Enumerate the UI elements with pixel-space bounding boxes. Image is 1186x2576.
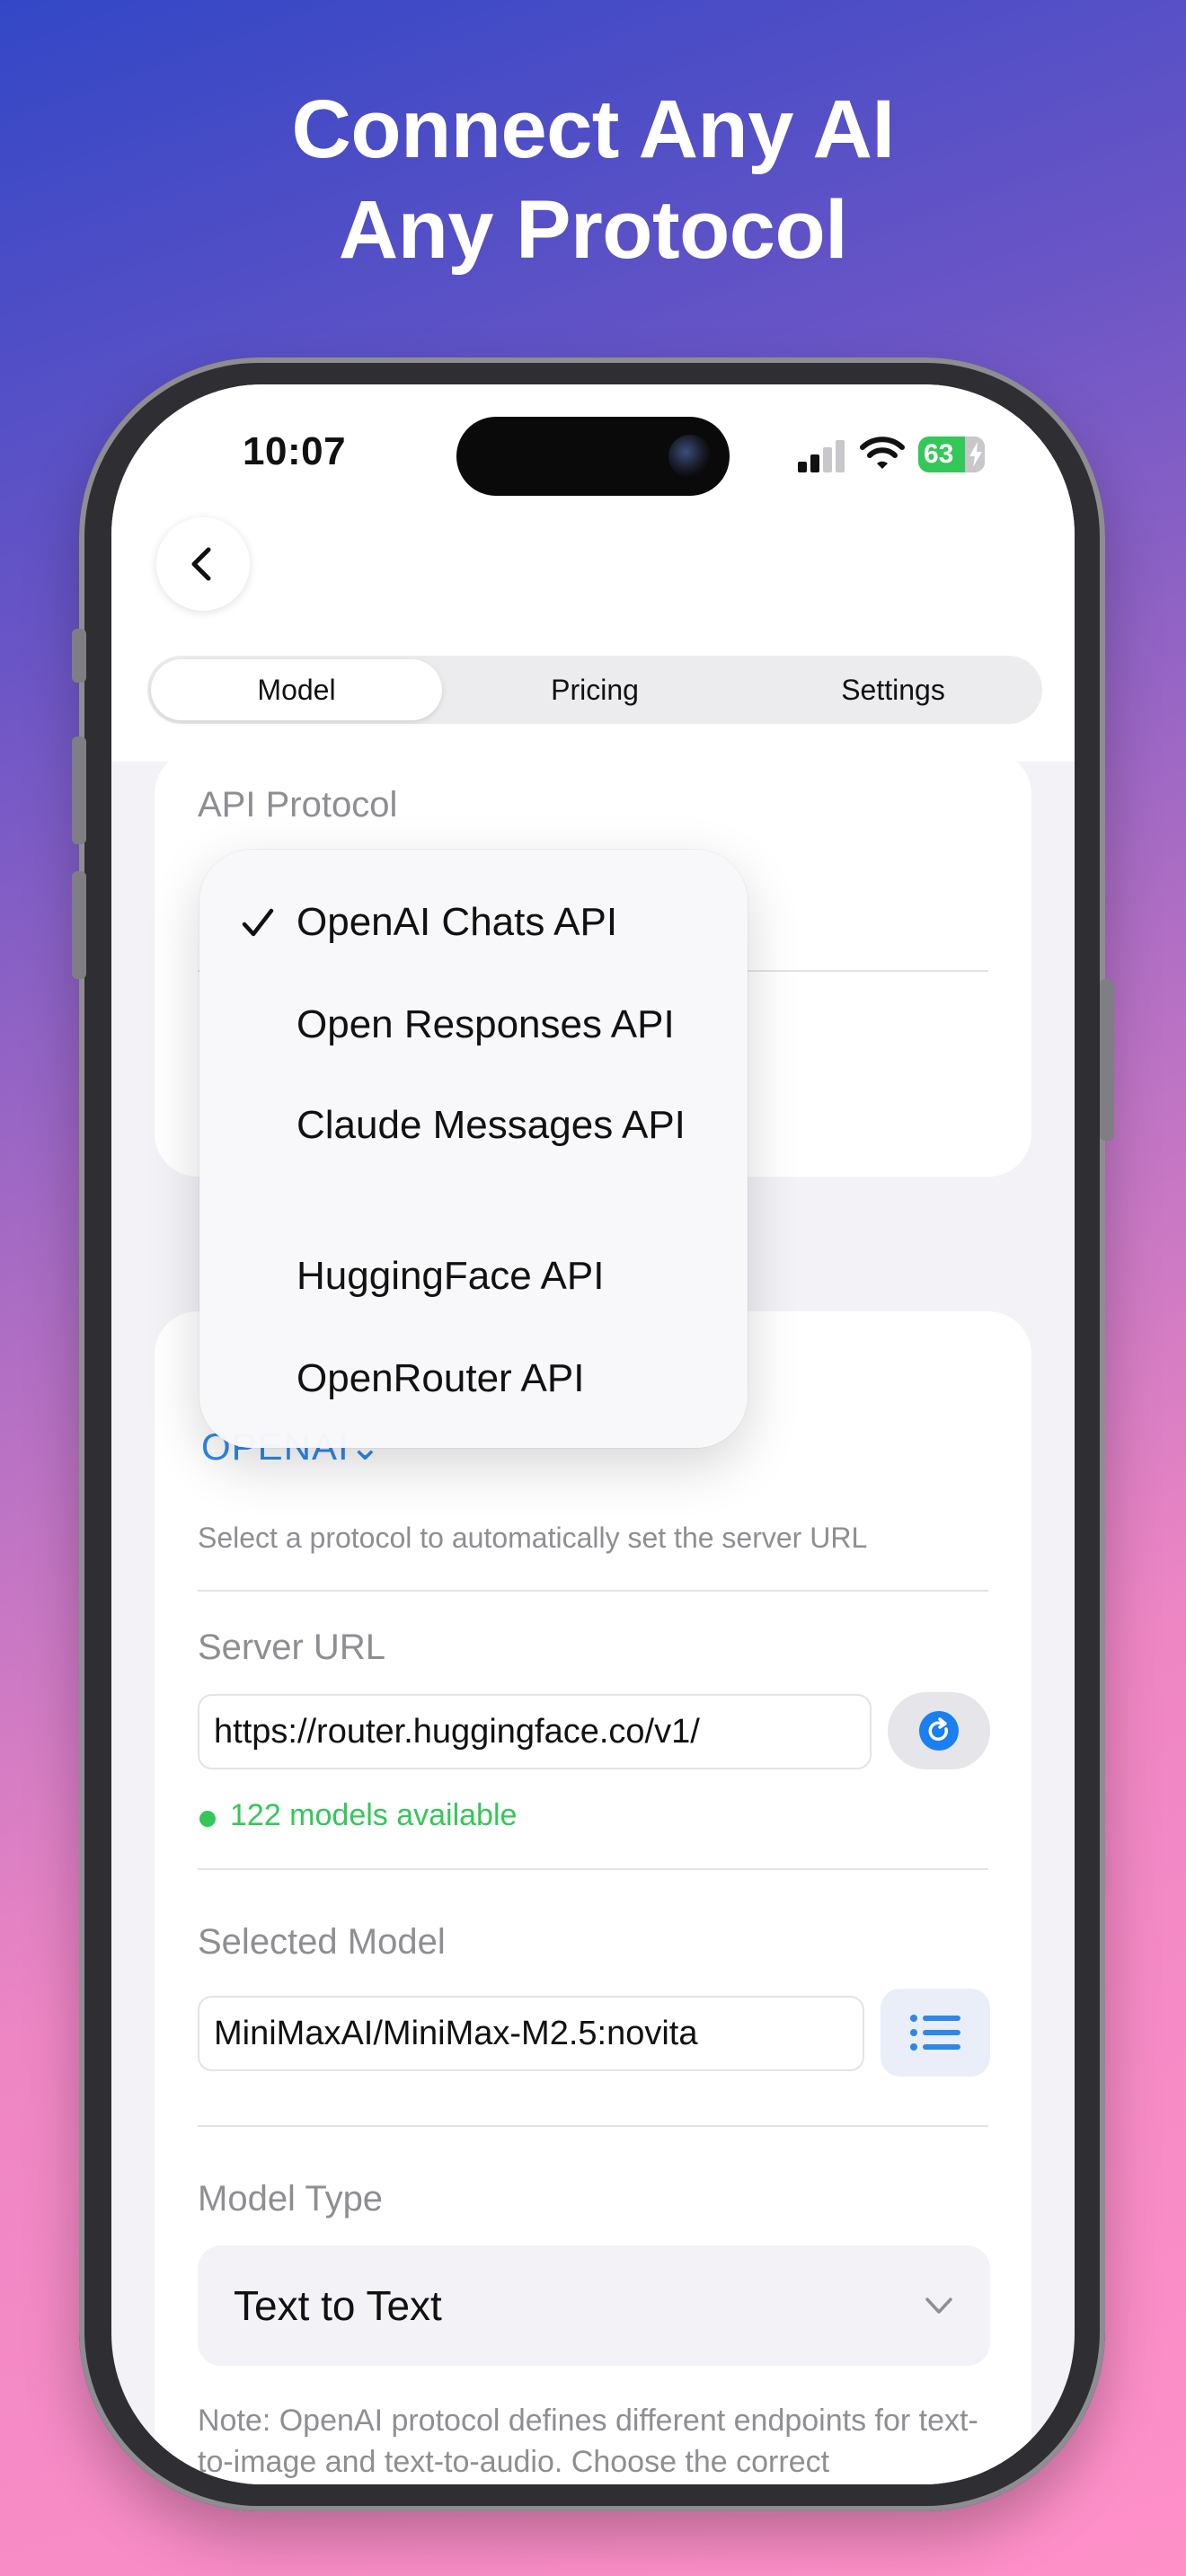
selected-model-label: Selected Model	[198, 1922, 446, 1962]
status-time: 10:07	[243, 429, 347, 473]
refresh-models-button[interactable]	[888, 1692, 990, 1769]
battery-empty-portion	[965, 437, 985, 472]
api-protocol-label: API Protocol	[198, 785, 398, 825]
server-url-input[interactable]: https://router.huggingface.co/v1/	[198, 1694, 872, 1769]
model-type-dropdown[interactable]: Text to Text	[198, 2245, 990, 2366]
cellular-signal-icon	[798, 440, 845, 472]
phone-volume-down	[72, 871, 86, 979]
protocol-note: Note: OpenAI protocol defines different …	[198, 2404, 978, 2479]
chevron-left-icon	[191, 547, 211, 581]
chevron-down-icon	[925, 2298, 952, 2314]
tab-settings[interactable]: Settings	[744, 656, 1042, 724]
tab-model[interactable]: Model	[147, 656, 446, 724]
divider	[198, 1590, 988, 1592]
camera-icon	[668, 435, 712, 478]
back-button[interactable]	[156, 517, 250, 611]
phone-volume-up	[72, 737, 86, 844]
menu-item-open-responses[interactable]: Open Responses API	[296, 1001, 675, 1049]
menu-item-openrouter[interactable]: OpenRouter API	[296, 1354, 584, 1403]
divider	[198, 2125, 988, 2127]
model-list-button[interactable]	[881, 1989, 990, 2077]
phone-screen: 10:07 63 Model Pricing Settings API Prot…	[111, 384, 1075, 2484]
headline-line-2: Any Protocol	[338, 184, 848, 276]
tab-pricing[interactable]: Pricing	[446, 656, 744, 724]
charging-bolt-icon	[969, 442, 982, 467]
models-available-status: 122 models available	[230, 1798, 518, 1832]
model-type-label: Model Type	[198, 2179, 384, 2219]
headline-line-1: Connect Any AI	[291, 84, 895, 175]
protocol-popup-menu: OpenAI Chats API Open Responses API Clau…	[199, 850, 748, 1448]
battery-level: 63	[924, 439, 954, 469]
status-dot-icon	[199, 1811, 216, 1827]
divider	[198, 1868, 988, 1870]
phone-side-button	[72, 629, 86, 683]
list-icon	[910, 2015, 960, 2051]
server-url-label: Server URL	[198, 1628, 385, 1667]
battery-icon: 63	[918, 437, 985, 472]
selected-model-input[interactable]: MiniMaxAI/MiniMax-M2.5:novita	[198, 1996, 864, 2071]
menu-item-huggingface[interactable]: HuggingFace API	[296, 1252, 604, 1301]
menu-item-openai-chats[interactable]: OpenAI Chats API	[296, 898, 617, 947]
segmented-tab-control: Model Pricing Settings	[147, 656, 1042, 724]
preset-hint: Select a protocol to automatically set t…	[198, 1522, 868, 1554]
checkmark-icon	[242, 908, 274, 937]
promo-headline: Connect Any AI Any Protocol	[0, 79, 1186, 280]
status-bar: 10:07 63 Model Pricing Settings	[111, 384, 1075, 762]
refresh-icon	[919, 1711, 959, 1751]
model-type-value: Text to Text	[234, 2282, 442, 2329]
phone-power-button	[1100, 979, 1114, 1141]
menu-item-claude-messages[interactable]: Claude Messages API	[296, 1101, 692, 1150]
wifi-icon	[860, 437, 905, 469]
